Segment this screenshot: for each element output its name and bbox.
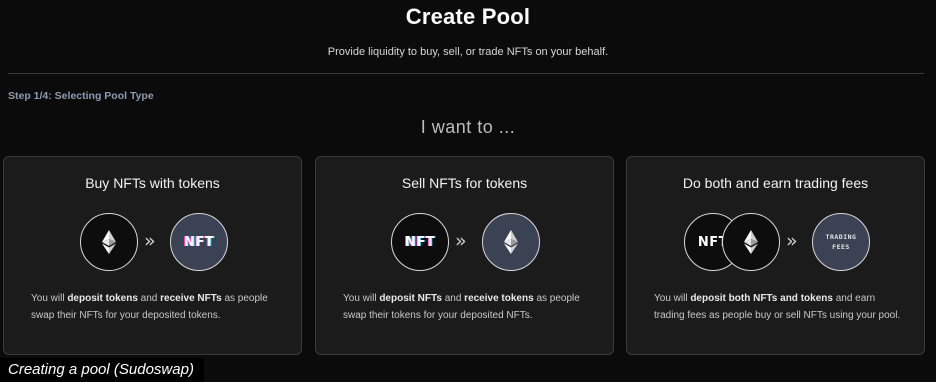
eth-icon xyxy=(722,213,780,271)
fees-label-line1: TRADING xyxy=(825,233,857,241)
nft-icon: NFT xyxy=(391,213,449,271)
card-description: You will deposit tokens and receive NFTs… xyxy=(31,290,281,324)
desc-emphasis: receive tokens xyxy=(464,293,534,304)
card-title: Buy NFTs with tokens xyxy=(85,175,220,191)
card-description: You will deposit both NFTs and tokens an… xyxy=(654,290,904,324)
desc-emphasis: deposit both NFTs and tokens xyxy=(690,293,833,304)
card-title: Do both and earn trading fees xyxy=(682,175,869,191)
page-subtitle: Provide liquidity to buy, sell, or trade… xyxy=(327,46,609,58)
header-divider xyxy=(8,73,924,74)
pool-type-card-buy[interactable]: Buy NFTs with tokens » NFT You will depo… xyxy=(3,156,302,355)
chevrons-right-icon: » xyxy=(144,230,156,252)
image-caption: Creating a pool (Sudoswap) xyxy=(0,358,204,382)
eth-icon xyxy=(80,213,138,271)
step-indicator: Step 1/4: Selecting Pool Type xyxy=(8,90,154,102)
desc-emphasis: receive NFTs xyxy=(160,293,222,304)
chevrons-right-icon: » xyxy=(455,230,467,252)
desc-text: You will xyxy=(31,293,68,304)
page-title: Create Pool xyxy=(405,4,531,29)
nft-label: NFT xyxy=(183,234,215,250)
chevrons-right-icon: » xyxy=(786,230,798,252)
nft-label: NFT xyxy=(404,234,436,250)
pool-type-card-sell[interactable]: Sell NFTs for tokens NFT » You will depo… xyxy=(315,156,614,355)
desc-text: You will xyxy=(343,293,380,304)
eth-icon xyxy=(482,213,540,271)
desc-text: You will xyxy=(654,293,691,304)
desc-text: and xyxy=(137,293,161,304)
desc-text: and xyxy=(441,293,465,304)
card-description: You will deposit NFTs and receive tokens… xyxy=(343,290,593,324)
fees-label-line2: FEES xyxy=(832,243,850,251)
nft-icon: NFT xyxy=(170,213,228,271)
desc-emphasis: deposit tokens xyxy=(67,293,138,304)
card-title: Sell NFTs for tokens xyxy=(401,175,528,191)
prompt-heading: I want to ... xyxy=(420,117,516,137)
trading-fees-icon: TRADING FEES xyxy=(812,213,870,271)
pool-type-card-trade[interactable]: Do both and earn trading fees NFT » TRAD… xyxy=(626,156,925,355)
desc-emphasis: deposit NFTs xyxy=(379,293,442,304)
